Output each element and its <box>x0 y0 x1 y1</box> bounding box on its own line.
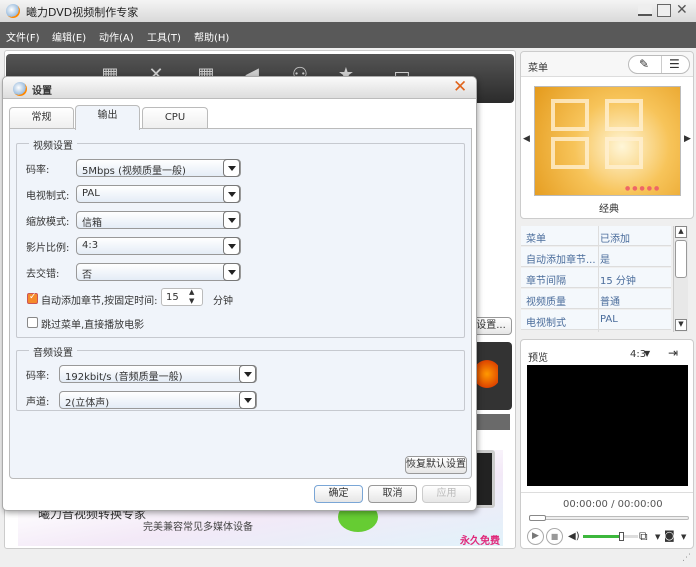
scroll-down-icon[interactable]: ▼ <box>675 319 687 331</box>
preview-screen <box>527 365 688 486</box>
close-window-icon[interactable]: ✕ <box>676 2 688 18</box>
menu-action[interactable]: 动作(A) <box>99 29 134 44</box>
tab-output[interactable]: 输出 <box>75 105 140 130</box>
stop-button[interactable]: ■ <box>546 528 563 545</box>
snapshot-dropdown-icon[interactable]: ▼ <box>681 533 686 541</box>
table-row: 电视制式 PAL <box>521 310 671 330</box>
aspect-ratio-label: 影片比例: <box>26 243 70 254</box>
resize-grip-icon[interactable]: ⋰ <box>682 553 691 563</box>
dialog-title-bar[interactable]: 设置 ✕ <box>3 77 476 99</box>
popout-icon[interactable]: ⇥ <box>668 346 678 360</box>
audio-channel-label: 声道: <box>26 397 50 408</box>
edit-menu-icon[interactable]: ✎ <box>639 57 649 71</box>
scale-mode-select[interactable]: 信箱 <box>76 211 241 229</box>
table-row: 视频质量 普通 <box>521 289 671 309</box>
maximize-icon[interactable] <box>657 4 671 17</box>
title-bar: 曦力DVD视频制作专家 ✕ <box>0 0 696 22</box>
skip-menu-label: 跳过菜单,直接播放电影 <box>41 320 145 331</box>
menu-panel: 菜单 ✎ ☰ ◀ ●●●●● ▶ 经典 <box>520 51 694 219</box>
menu-file[interactable]: 文件(F) <box>6 29 40 44</box>
deinterlace-select[interactable]: 否 <box>76 263 241 281</box>
output-tab-content: 视频设置 码率: 5Mbps (视频质量一般) 电视制式: PAL 缩放模式: … <box>9 128 472 479</box>
switch-dropdown-icon[interactable]: ▼ <box>655 533 660 541</box>
flame-icon <box>476 354 498 394</box>
menu-panel-buttons: ✎ ☰ <box>628 55 690 74</box>
chevron-down-icon <box>239 365 256 383</box>
scroll-thumb[interactable] <box>675 240 687 278</box>
snapshot-icon[interactable]: ◙ <box>664 529 675 542</box>
burn-thumbnail[interactable] <box>472 342 512 410</box>
menu-template-preview[interactable]: ●●●●● <box>534 86 681 196</box>
audio-bitrate-select[interactable]: 192kbit/s (音频质量一般) <box>59 365 257 383</box>
switch-screen-icon[interactable]: ⧉ <box>639 529 648 544</box>
table-scrollbar[interactable]: ▲ ▼ <box>673 226 688 332</box>
chevron-down-icon <box>223 185 240 203</box>
menu-edit[interactable]: 编辑(E) <box>52 29 86 44</box>
table-row: 自动添加章节... 是 <box>521 247 671 267</box>
play-button[interactable]: ▶ <box>527 528 544 545</box>
tab-cpu[interactable]: CPU <box>142 107 208 129</box>
table-row: 章节间隔 15 分钟 <box>521 268 671 288</box>
ad-subtitle: 完美兼容常见多媒体设备 <box>143 522 253 533</box>
minimize-icon[interactable] <box>638 4 652 16</box>
settings-dialog: 设置 ✕ 常规 输出 CPU 视频设置 码率: 5Mbps (视频质量一般) 电… <box>2 76 477 511</box>
volume-handle[interactable] <box>618 532 624 541</box>
deinterlace-label: 去交错: <box>26 269 60 280</box>
chevron-down-icon <box>223 263 240 281</box>
chapter-interval-spinbox[interactable]: 15 ▲ ▼ <box>161 288 203 306</box>
volume-fill <box>583 535 622 538</box>
volume-icon[interactable]: ◀) <box>568 531 580 542</box>
ad-badge: 永久免费 <box>460 536 500 547</box>
template-name: 经典 <box>599 204 619 215</box>
dialog-logo-icon <box>13 82 27 96</box>
preview-title: 预览 <box>528 353 548 364</box>
chevron-down-icon <box>223 237 240 255</box>
dialog-title: 设置 <box>32 86 52 97</box>
tv-standard-label: 电视制式: <box>26 191 70 202</box>
burn-bar <box>476 414 510 430</box>
seek-bar[interactable] <box>529 515 689 521</box>
prev-template-icon[interactable]: ◀ <box>523 134 530 144</box>
dialog-close-icon[interactable]: ✕ <box>453 77 467 97</box>
video-bitrate-label: 码率: <box>26 165 50 176</box>
properties-table: 菜单 已添加 自动添加章节... 是 章节间隔 15 分钟 视频质量 普通 电视制式 PA… <box>521 226 689 332</box>
volume-slider[interactable] <box>583 532 638 541</box>
table-row: 菜单 已添加 <box>521 226 671 246</box>
chevron-down-icon <box>223 159 240 177</box>
cancel-button[interactable]: 取消 <box>368 485 417 503</box>
app-logo-icon <box>6 4 20 18</box>
chapter-unit-label: 分钟 <box>213 296 233 307</box>
spin-arrows-icon[interactable]: ▲ ▼ <box>189 288 194 306</box>
scroll-up-icon[interactable]: ▲ <box>675 226 687 238</box>
video-group-title: 视频设置 <box>29 137 77 152</box>
tab-general[interactable]: 常规 <box>9 107 74 129</box>
menu-panel-title: 菜单 <box>528 63 548 74</box>
restore-defaults-button[interactable]: 恢复默认设置 <box>405 456 467 474</box>
auto-chapter-label: 自动添加章节,按固定时间: <box>41 296 158 307</box>
auto-chapter-checkbox[interactable] <box>27 292 38 304</box>
app-title: 曦力DVD视频制作专家 <box>26 6 139 19</box>
audio-group-title: 音频设置 <box>29 344 77 359</box>
menu-list-icon[interactable]: ☰ <box>669 57 680 71</box>
chevron-down-icon <box>239 391 256 409</box>
audio-channel-select[interactable]: 2(立体声) <box>59 391 257 409</box>
ok-button[interactable]: 确定 <box>314 485 363 503</box>
tv-standard-select[interactable]: PAL <box>76 185 241 203</box>
settings-button-label: 设置... <box>476 320 506 331</box>
video-bitrate-select[interactable]: 5Mbps (视频质量一般) <box>76 159 241 177</box>
audio-bitrate-label: 码率: <box>26 371 50 382</box>
scale-mode-label: 缩放模式: <box>26 217 70 228</box>
preview-panel: 预览 4:3 ▼ ⇥ 00:00:00 / 00:00:00 ▶ ■ ◀) ⧉ … <box>520 339 694 549</box>
skip-menu-checkbox[interactable] <box>27 317 38 328</box>
apply-button[interactable]: 应用 <box>422 485 471 503</box>
chevron-down-icon <box>223 211 240 229</box>
menu-tools[interactable]: 工具(T) <box>147 29 181 44</box>
aspect-chevron-icon[interactable]: ▼ <box>644 349 650 358</box>
seek-handle[interactable] <box>529 515 546 521</box>
next-template-icon[interactable]: ▶ <box>684 134 691 144</box>
time-display: 00:00:00 / 00:00:00 <box>563 499 663 510</box>
menu-bar: 文件(F) 编辑(E) 动作(A) 工具(T) 帮助(H) <box>0 22 696 48</box>
menu-help[interactable]: 帮助(H) <box>194 29 229 44</box>
aspect-ratio-select[interactable]: 4:3 <box>76 237 241 255</box>
